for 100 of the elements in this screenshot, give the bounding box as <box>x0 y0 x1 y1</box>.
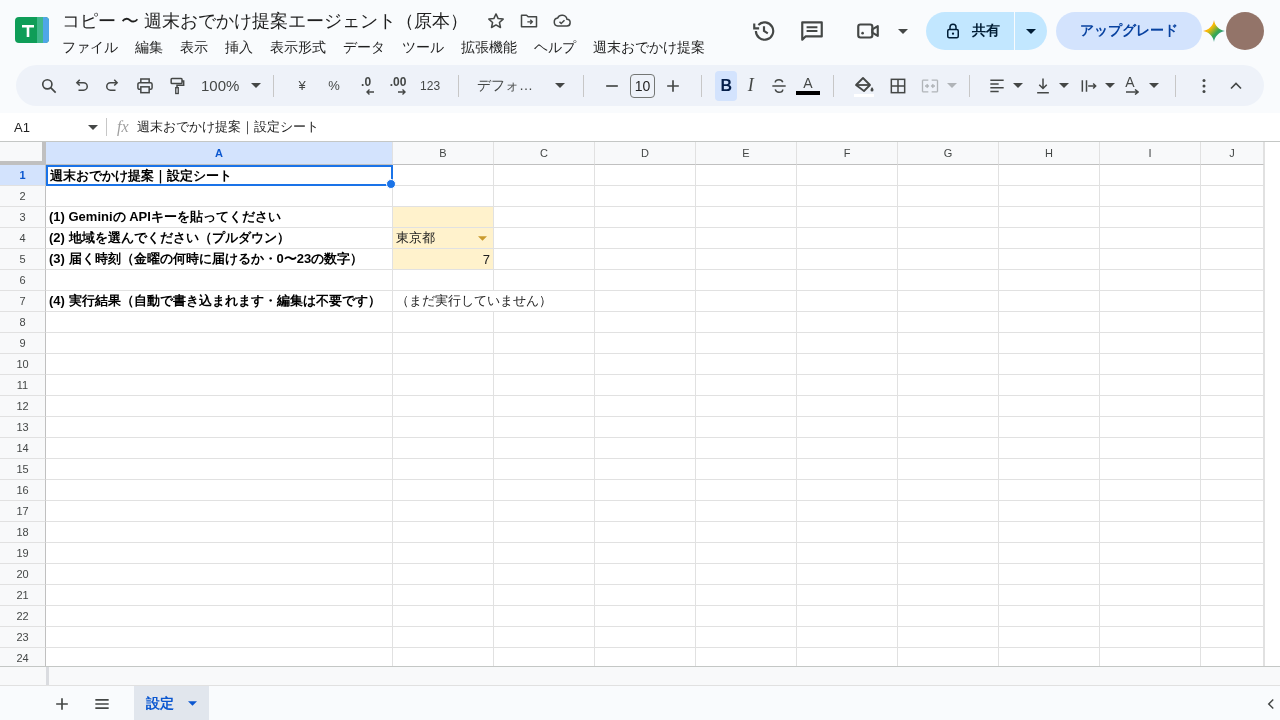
spreadsheet-cell[interactable] <box>898 186 999 207</box>
spreadsheet-cell[interactable] <box>1100 543 1201 564</box>
spreadsheet-cell[interactable] <box>494 375 595 396</box>
spreadsheet-cell[interactable] <box>1100 564 1201 585</box>
spreadsheet-cell[interactable] <box>797 207 898 228</box>
name-box[interactable]: A1 <box>0 119 98 135</box>
spreadsheet-cell[interactable] <box>999 270 1100 291</box>
row-header[interactable]: 24 <box>0 648 46 666</box>
spreadsheet-cell[interactable] <box>595 606 696 627</box>
spreadsheet-cell[interactable] <box>797 165 898 186</box>
percent-button[interactable]: % <box>324 71 345 100</box>
spreadsheet-cell[interactable] <box>999 585 1100 606</box>
spreadsheet-cell[interactable] <box>1100 165 1201 186</box>
spreadsheet-cell[interactable] <box>696 543 797 564</box>
spreadsheet-cell[interactable] <box>797 501 898 522</box>
arrow-left-icon[interactable] <box>365 87 376 96</box>
spreadsheet-cell[interactable] <box>898 606 999 627</box>
spreadsheet-cell[interactable] <box>1100 333 1201 354</box>
spreadsheet-cell[interactable]: (2) 地域を選んでください（プルダウン） <box>46 228 393 249</box>
spreadsheet-cell[interactable] <box>1100 228 1201 249</box>
spreadsheet-logo[interactable] <box>15 17 49 43</box>
row-header[interactable]: 4 <box>0 228 46 249</box>
caret-icon[interactable] <box>88 124 98 130</box>
spreadsheet-cell[interactable] <box>898 207 999 228</box>
sheet-tab[interactable]: 設定 <box>134 686 209 720</box>
spreadsheet-cell[interactable] <box>797 564 898 585</box>
spreadsheet-cell[interactable] <box>393 543 494 564</box>
spreadsheet-cell[interactable] <box>46 186 393 207</box>
font-dropdown[interactable]: デフォ… <box>470 71 571 100</box>
spreadsheet-cell[interactable] <box>797 375 898 396</box>
spreadsheet-cell[interactable] <box>1100 585 1201 606</box>
spreadsheet-cell[interactable] <box>797 543 898 564</box>
spreadsheet-cell[interactable] <box>1100 417 1201 438</box>
spreadsheet-cell[interactable] <box>393 417 494 438</box>
spreadsheet-cell[interactable] <box>898 354 999 375</box>
spreadsheet-cell[interactable] <box>797 480 898 501</box>
spreadsheet-cell[interactable] <box>595 396 696 417</box>
avatar[interactable] <box>1226 12 1264 50</box>
spreadsheet-cell[interactable] <box>595 270 696 291</box>
spreadsheet-cell[interactable] <box>494 249 595 270</box>
spreadsheet-cell[interactable] <box>797 333 898 354</box>
spreadsheet-cell[interactable] <box>494 312 595 333</box>
spreadsheet-cell[interactable] <box>696 207 797 228</box>
row-header[interactable]: 18 <box>0 522 46 543</box>
menu-item[interactable]: 挿入 <box>225 39 253 57</box>
row-header[interactable]: 3 <box>0 207 46 228</box>
spreadsheet-cell[interactable] <box>393 165 494 186</box>
spreadsheet-cell[interactable] <box>1100 354 1201 375</box>
row-header[interactable]: 13 <box>0 417 46 438</box>
spreadsheet-cell[interactable] <box>797 312 898 333</box>
spreadsheet-cell[interactable] <box>595 459 696 480</box>
zoom-dropdown[interactable]: 100% <box>201 71 262 100</box>
row-header[interactable]: 1 <box>0 165 46 186</box>
spreadsheet-cell[interactable] <box>393 396 494 417</box>
sparkle-icon[interactable] <box>1202 19 1226 43</box>
spreadsheet-cell[interactable] <box>46 396 393 417</box>
spreadsheet-cell[interactable] <box>696 186 797 207</box>
row-header[interactable]: 8 <box>0 312 46 333</box>
spreadsheet-cell[interactable] <box>696 291 797 312</box>
row-header[interactable]: 21 <box>0 585 46 606</box>
column-header[interactable]: G <box>898 142 999 165</box>
spreadsheet-cell[interactable] <box>797 627 898 648</box>
spreadsheet-cell[interactable] <box>595 480 696 501</box>
spreadsheet-cell[interactable] <box>999 186 1100 207</box>
column-header[interactable]: D <box>595 142 696 165</box>
spreadsheet-cell[interactable] <box>999 417 1100 438</box>
spreadsheet-cell[interactable] <box>696 522 797 543</box>
column-header[interactable]: J <box>1201 142 1264 165</box>
spreadsheet-cell[interactable] <box>797 186 898 207</box>
spreadsheet-cell[interactable] <box>393 207 494 228</box>
column-header[interactable]: A <box>46 142 393 165</box>
menu-item[interactable]: 拡張機能 <box>461 39 517 57</box>
spreadsheet-cell[interactable] <box>696 438 797 459</box>
spreadsheet-cell[interactable] <box>494 564 595 585</box>
spreadsheet-cell[interactable]: 週末おでかけ提案｜設定シート <box>46 165 393 186</box>
spreadsheet-cell[interactable] <box>696 333 797 354</box>
spreadsheet-cell[interactable] <box>797 396 898 417</box>
spreadsheet-cell[interactable] <box>999 480 1100 501</box>
spreadsheet-cell[interactable] <box>797 417 898 438</box>
spreadsheet-cell[interactable]: （まだ実行していません） <box>393 291 595 312</box>
spreadsheet-cell[interactable] <box>898 228 999 249</box>
spreadsheet-cell[interactable] <box>595 228 696 249</box>
spreadsheet-cell[interactable] <box>393 480 494 501</box>
spreadsheet-cell[interactable] <box>797 459 898 480</box>
spreadsheet-cell[interactable] <box>1100 522 1201 543</box>
row-header[interactable]: 9 <box>0 333 46 354</box>
row-header[interactable]: 23 <box>0 627 46 648</box>
caret-icon[interactable] <box>1149 83 1160 88</box>
spreadsheet-cell[interactable] <box>46 480 393 501</box>
caret-icon[interactable] <box>1105 83 1116 88</box>
spreadsheet-cell[interactable] <box>999 354 1100 375</box>
spreadsheet-cell[interactable] <box>797 606 898 627</box>
row-header[interactable]: 14 <box>0 438 46 459</box>
spreadsheet-cell[interactable] <box>393 522 494 543</box>
bold-button[interactable]: B <box>715 70 738 101</box>
share-button[interactable]: 共有 <box>926 12 1015 50</box>
spreadsheet-cell[interactable] <box>999 249 1100 270</box>
spreadsheet-cell[interactable] <box>999 396 1100 417</box>
spreadsheet-cell[interactable] <box>696 564 797 585</box>
spreadsheet-cell[interactable] <box>595 186 696 207</box>
